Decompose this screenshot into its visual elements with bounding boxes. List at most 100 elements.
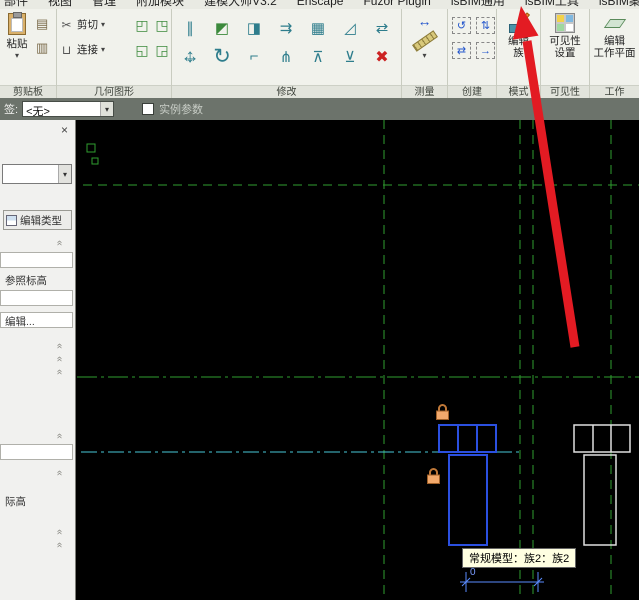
tab-view[interactable]: 视图 [48,0,72,9]
cope-icon[interactable]: ◩ [215,19,229,37]
edit-type-button[interactable]: 编辑类型 [3,210,72,230]
delete-icon[interactable]: ✖ [375,47,388,67]
ribbon-group-mode: 编辑 族 模式 [497,9,541,98]
ribbon-body: 粘贴 ▾ ▤ ▥ 剪贴板 ✂ 剪切 ▾ ⊔ 连接 ▾ ◰ ◳ ◱ ◲ 几何图形 … [0,9,639,98]
group-label-modify: 修改 [172,85,401,98]
chevron-down-icon[interactable]: ▾ [100,102,114,116]
ribbon-group-work: 编辑 工作平面 工作 [590,9,639,98]
ribbon-group-modify: ∥ ◩ ◨ ⇉ ▦ ◿ ⇄ ↔ ↕ ↻ ⌐ ⋔ ⊼ ⊻ ✖ 修改 [172,9,402,98]
paste-button[interactable]: 粘贴 ▾ [2,12,32,60]
move-icon[interactable]: ↔ ↕ [179,46,201,68]
dropdown-arrow-icon[interactable]: ▾ [422,52,426,60]
edit-family-label-line2: 族 [513,46,524,59]
element-tooltip: 常规模型：族2：族2 [462,548,577,568]
collapse-chevron-icon[interactable]: « [54,429,65,443]
dropdown-arrow-icon[interactable]: ▾ [101,21,105,29]
ribbon: 部件 视图 管理 附加模块 建模大师V3.2 Enscape Fuzor Plu… [0,0,639,98]
collapse-chevron-icon[interactable]: « [54,525,65,539]
edit-family-label-line1: 编辑 [508,35,529,47]
align-icon[interactable]: ∥ [186,19,194,37]
array-icon[interactable]: ▦ [311,19,325,37]
workplane-label-line1: 编辑 [604,35,625,47]
sync-icon[interactable]: ⇄ [376,19,389,37]
tab-fuzor[interactable]: Fuzor Plugin [363,0,430,9]
edit-button-label: 编辑... [5,316,35,328]
edit-family-icon [508,12,530,33]
parameter-field[interactable] [0,252,73,268]
collapse-chevron-icon[interactable]: « [54,339,65,353]
tab-isbim-tools[interactable]: isBIM工具 [525,0,579,9]
dimension-value[interactable]: 0 [470,567,476,578]
tag-dropdown[interactable]: <无> ▾ [22,101,115,118]
group-label-mode: 模式 [497,85,540,98]
copy-icon[interactable]: ▤ [36,17,48,31]
collapse-chevron-icon[interactable]: « [54,538,65,552]
instance-parameter-checkbox[interactable] [142,103,155,115]
ribbon-group-create: ↺ ⇅ ⇄ → 创建 [448,9,497,98]
cut-geometry-icon[interactable]: ◰ [133,17,151,34]
collapse-chevron-icon[interactable]: « [54,365,65,379]
instance-parameter-label: 实例参数 [159,104,204,116]
dropdown-arrow-icon[interactable]: ▾ [15,52,19,60]
tab-enscape[interactable]: Enscape [297,0,344,9]
workplane-label-line2: 工作平面 [593,46,636,59]
collapse-chevron-icon[interactable]: « [54,466,65,480]
ribbon-tabs: 部件 视图 管理 附加模块 建模大师V3.2 Enscape Fuzor Plu… [0,0,639,9]
create-icon-grid: ↺ ⇅ ⇄ → [452,17,497,59]
join-icon: ⊔ [61,42,72,57]
tab-component[interactable]: 部件 [4,0,28,9]
tab-addins[interactable]: 附加模块 [136,0,184,9]
close-icon[interactable]: × [61,124,68,136]
type-selector-dropdown[interactable]: ▾ [2,164,72,184]
create-assembly-icon[interactable]: ⇄ [452,42,471,59]
drawing-area[interactable]: 常规模型：族2：族2 0 [77,120,639,600]
visibility-settings-button[interactable]: 可见性 设置 [541,13,589,59]
match-type-icon[interactable]: ▥ [36,41,48,55]
mirror-icon[interactable]: ◨ [247,19,261,37]
ruler-icon [411,30,438,52]
group-label-visibility: 可见性 [541,85,589,98]
tab-isbim-case[interactable]: isBIM案例 [599,0,639,9]
edit-workplane-button[interactable]: 编辑 工作平面 [590,13,639,59]
tab-master[interactable]: 建模大师V3.2 [204,0,277,9]
scale-icon[interactable]: ◿ [344,19,356,37]
group-label-work: 工作 [590,85,639,98]
tab-manage[interactable]: 管理 [92,0,116,9]
collapse-chevron-icon[interactable]: « [54,236,65,250]
tab-isbim-general[interactable]: isBIM通用 [451,0,505,9]
lock-icon[interactable] [426,467,441,485]
visibility-label-line1: 可见性 [549,35,581,47]
join-button[interactable]: ⊔ 连接 ▾ [59,42,105,57]
cut-button[interactable]: ✂ 剪切 ▾ [59,17,105,32]
collapse-chevron-icon[interactable]: « [54,352,65,366]
group-label-create: 创建 [448,85,496,98]
unpin-icon[interactable]: ⊻ [345,48,356,66]
create-parts-icon[interactable]: → [476,42,495,59]
edit-family-button[interactable]: 编辑 族 [497,12,540,59]
uncut-geometry-icon[interactable]: ◳ [153,17,171,34]
pin-icon[interactable]: ⊼ [313,48,324,66]
join-geometry-icon[interactable]: ◱ [133,42,151,59]
parameter-field[interactable] [0,444,73,460]
move-vertical-glyph: ↕ [185,45,195,67]
trim-icon[interactable]: ⌐ [250,48,259,65]
parameter-field[interactable] [0,290,73,306]
join-label: 连接 [77,44,98,56]
visibility-icon [555,13,575,33]
rotate-icon[interactable]: ↻ [213,44,231,69]
drawing-geometry [77,120,639,600]
offset-icon[interactable]: ⇉ [280,19,293,37]
lock-icon[interactable] [435,403,450,421]
wall-join-icon[interactable]: ◲ [153,42,171,59]
dropdown-arrow-icon[interactable]: ▾ [101,46,105,54]
measure-button[interactable]: ↔ ▾ [402,13,447,60]
edit-type-icon [6,214,17,226]
edit-visibility-button[interactable]: 编辑... [0,312,73,328]
measure-arrow-icon: ↔ [417,13,432,29]
create-similar-icon[interactable]: ↺ [452,17,471,34]
modify-icon-grid: ∥ ◩ ◨ ⇉ ▦ ◿ ⇄ ↔ ↕ ↻ ⌐ ⋔ ⊼ ⊻ ✖ [174,13,398,71]
create-group-icon[interactable]: ⇅ [476,17,495,34]
paste-label: 粘贴 [6,38,28,50]
chevron-down-icon[interactable]: ▾ [58,165,71,183]
split-icon[interactable]: ⋔ [280,48,293,66]
